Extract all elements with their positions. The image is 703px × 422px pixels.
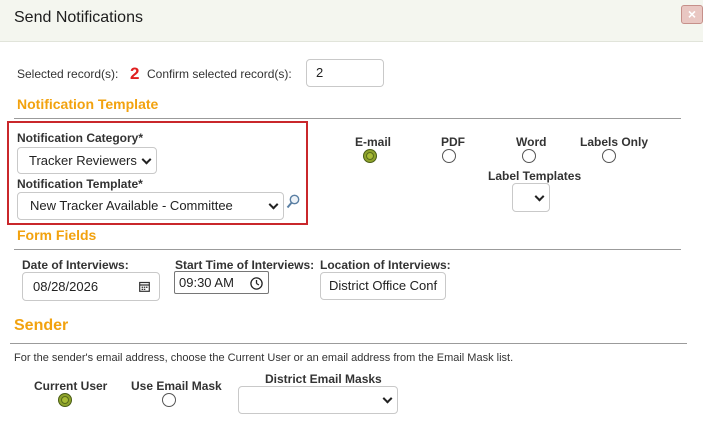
calendar-icon[interactable] bbox=[139, 281, 150, 292]
sender-instructions: For the sender's email address, choose t… bbox=[14, 352, 514, 364]
date-of-interviews-input[interactable]: 08/28/2026 bbox=[22, 272, 160, 301]
notification-template-heading: Notification Template bbox=[17, 96, 159, 112]
start-time-label: Start Time of Interviews: bbox=[175, 258, 315, 272]
section-divider bbox=[14, 249, 681, 250]
dialog-titlebar: Send Notifications × bbox=[0, 0, 703, 42]
notification-template-value: New Tracker Available - Committee bbox=[30, 198, 233, 213]
district-email-masks-label: District Email Masks bbox=[265, 372, 382, 386]
sender-option-label-current-user: Current User bbox=[34, 379, 108, 393]
chevron-down-icon bbox=[268, 199, 279, 210]
chevron-down-icon bbox=[382, 393, 393, 404]
confirm-records-input[interactable]: 2 bbox=[306, 59, 384, 87]
start-time-input[interactable]: 09:30 AM bbox=[174, 271, 269, 294]
format-radio-email[interactable] bbox=[363, 149, 377, 163]
sender-radio-current-user[interactable] bbox=[58, 393, 72, 407]
close-icon[interactable]: × bbox=[681, 5, 703, 24]
form-fields-heading: Form Fields bbox=[17, 227, 97, 243]
date-of-interviews-value: 08/28/2026 bbox=[33, 279, 99, 294]
label-templates-label: Label Templates bbox=[488, 169, 582, 183]
location-label: Location of Interviews: bbox=[320, 258, 451, 272]
format-label-pdf: PDF bbox=[441, 135, 465, 149]
notification-template-label: Notification Template* bbox=[17, 177, 143, 191]
format-radio-labels-only[interactable] bbox=[602, 149, 616, 163]
sender-heading: Sender bbox=[14, 317, 69, 334]
selected-records-label: Selected record(s): bbox=[17, 67, 119, 81]
section-divider bbox=[14, 118, 681, 119]
clock-icon[interactable] bbox=[250, 277, 263, 290]
format-label-email: E-mail bbox=[355, 135, 392, 149]
notification-category-select[interactable]: Tracker Reviewers bbox=[17, 147, 157, 174]
start-time-value: 09:30 AM bbox=[179, 275, 234, 290]
chevron-down-icon bbox=[141, 154, 152, 165]
section-divider bbox=[10, 343, 687, 344]
dialog-title: Send Notifications bbox=[14, 9, 143, 26]
sender-radio-email-mask[interactable] bbox=[162, 393, 176, 407]
format-radio-word[interactable] bbox=[522, 149, 536, 163]
confirm-records-label: Confirm selected record(s): bbox=[147, 67, 292, 81]
label-templates-select[interactable] bbox=[512, 183, 550, 212]
notification-category-value: Tracker Reviewers bbox=[29, 153, 137, 168]
selected-records-count: 2 bbox=[130, 64, 140, 83]
notification-category-label: Notification Category* bbox=[17, 131, 144, 145]
location-input[interactable]: District Office Conf bbox=[320, 272, 446, 300]
format-radio-pdf[interactable] bbox=[442, 149, 456, 163]
notification-template-select[interactable]: New Tracker Available - Committee bbox=[17, 192, 284, 220]
chevron-down-icon bbox=[534, 191, 545, 202]
sender-option-label-email-mask: Use Email Mask bbox=[131, 379, 222, 393]
format-label-word: Word bbox=[516, 135, 547, 149]
date-of-interviews-label: Date of Interviews: bbox=[22, 258, 129, 272]
district-email-masks-select[interactable] bbox=[238, 386, 398, 414]
format-label-labels-only: Labels Only bbox=[580, 135, 649, 149]
search-icon[interactable] bbox=[286, 194, 300, 210]
